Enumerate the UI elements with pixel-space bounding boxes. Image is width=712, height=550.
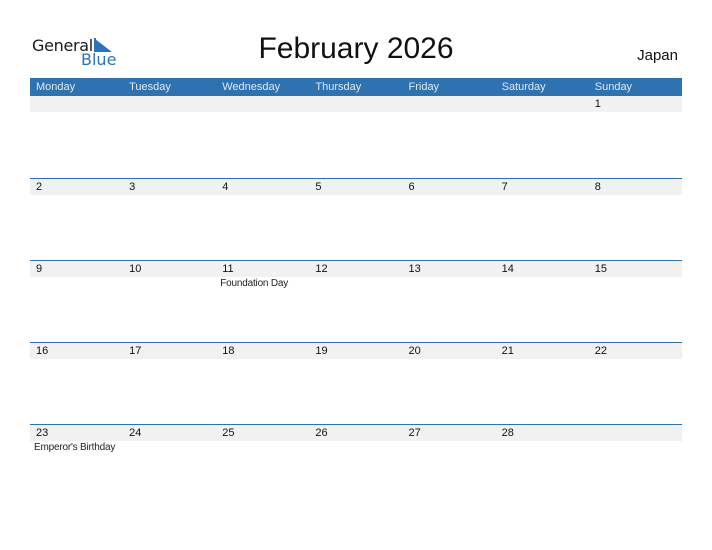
- day-cell: [496, 96, 589, 112]
- day-cell: 5: [315, 181, 322, 193]
- event-row: Emperor's Birthday: [30, 441, 682, 455]
- day-cell: 7: [501, 181, 508, 193]
- event-label: [123, 441, 216, 455]
- weekday-friday: Friday: [408, 81, 440, 93]
- week-row: 9 10 11 12 13 14 15 Foundation Day: [30, 260, 682, 342]
- day-cell: 27: [408, 427, 421, 439]
- week-row: 2 3 4 5 6 7 8: [30, 178, 682, 260]
- weekday-saturday: Saturday: [501, 81, 546, 93]
- day-cell: 12: [315, 263, 328, 275]
- day-cell: [589, 425, 682, 441]
- weekday-sunday: Sunday: [594, 81, 633, 93]
- week-row: 16 17 18 19 20 21 22: [30, 342, 682, 424]
- event-label: [123, 277, 216, 291]
- day-cell: 15: [594, 263, 607, 275]
- country-label: Japan: [637, 47, 678, 64]
- holiday-emperors-birthday: Emperor's Birthday: [34, 442, 116, 453]
- weekday-monday: Monday: [36, 81, 76, 93]
- day-cell: [30, 96, 123, 112]
- event-label: [30, 277, 123, 291]
- event-label: [589, 441, 682, 455]
- day-cell: 4: [222, 181, 229, 193]
- day-cell: 22: [594, 345, 607, 357]
- day-cell: 19: [315, 345, 328, 357]
- day-cell: 2: [36, 181, 43, 193]
- day-cell: 16: [36, 345, 49, 357]
- event-label: [496, 441, 589, 455]
- day-number-strip: 16 17 18 19 20 21 22: [30, 343, 682, 359]
- day-cell: 10: [129, 263, 142, 275]
- week-row: 1: [30, 96, 682, 178]
- day-number-strip: 9 10 11 12 13 14 15: [30, 261, 682, 277]
- weekday-tuesday: Tuesday: [129, 81, 171, 93]
- day-cell: 23: [36, 427, 49, 439]
- day-cell: 18: [222, 345, 235, 357]
- day-cell: 6: [408, 181, 415, 193]
- day-cell: 25: [222, 427, 235, 439]
- day-cell: 17: [129, 345, 142, 357]
- day-number-strip: 23 24 25 26 27 28: [30, 425, 682, 441]
- event-label: [309, 441, 402, 455]
- weekday-wednesday: Wednesday: [222, 81, 281, 93]
- day-cell: 24: [129, 427, 142, 439]
- day-cell: 21: [501, 345, 514, 357]
- day-cell: 13: [408, 263, 421, 275]
- day-number-strip: 1: [30, 96, 682, 112]
- holiday-foundation-day: Foundation Day: [220, 278, 289, 289]
- calendar-grid: Monday Tuesday Wednesday Thursday Friday…: [30, 78, 682, 506]
- event-row: Foundation Day: [30, 277, 682, 291]
- day-cell: [309, 96, 402, 112]
- day-cell: [123, 96, 216, 112]
- calendar-title: February 2026: [258, 32, 454, 65]
- day-cell: [403, 96, 496, 112]
- event-label: [403, 441, 496, 455]
- day-cell: 3: [129, 181, 136, 193]
- day-cell: 14: [501, 263, 514, 275]
- event-label: [589, 277, 682, 291]
- day-number-strip: 2 3 4 5 6 7 8: [30, 179, 682, 195]
- event-label: [496, 277, 589, 291]
- day-cell: 20: [408, 345, 421, 357]
- event-label: [403, 277, 496, 291]
- day-cell: 9: [36, 263, 43, 275]
- day-cell: 1: [594, 98, 601, 110]
- event-label: [309, 277, 402, 291]
- weekday-thursday: Thursday: [315, 81, 362, 93]
- event-label: [216, 441, 309, 455]
- weekday-header: Monday Tuesday Wednesday Thursday Friday…: [30, 78, 682, 96]
- day-cell: 26: [315, 427, 328, 439]
- week-row: 23 24 25 26 27 28 Emperor's Birthday: [30, 424, 682, 506]
- day-cell: [216, 96, 309, 112]
- day-cell: 11: [222, 263, 234, 275]
- day-cell: 28: [501, 427, 514, 439]
- day-cell: 8: [594, 181, 601, 193]
